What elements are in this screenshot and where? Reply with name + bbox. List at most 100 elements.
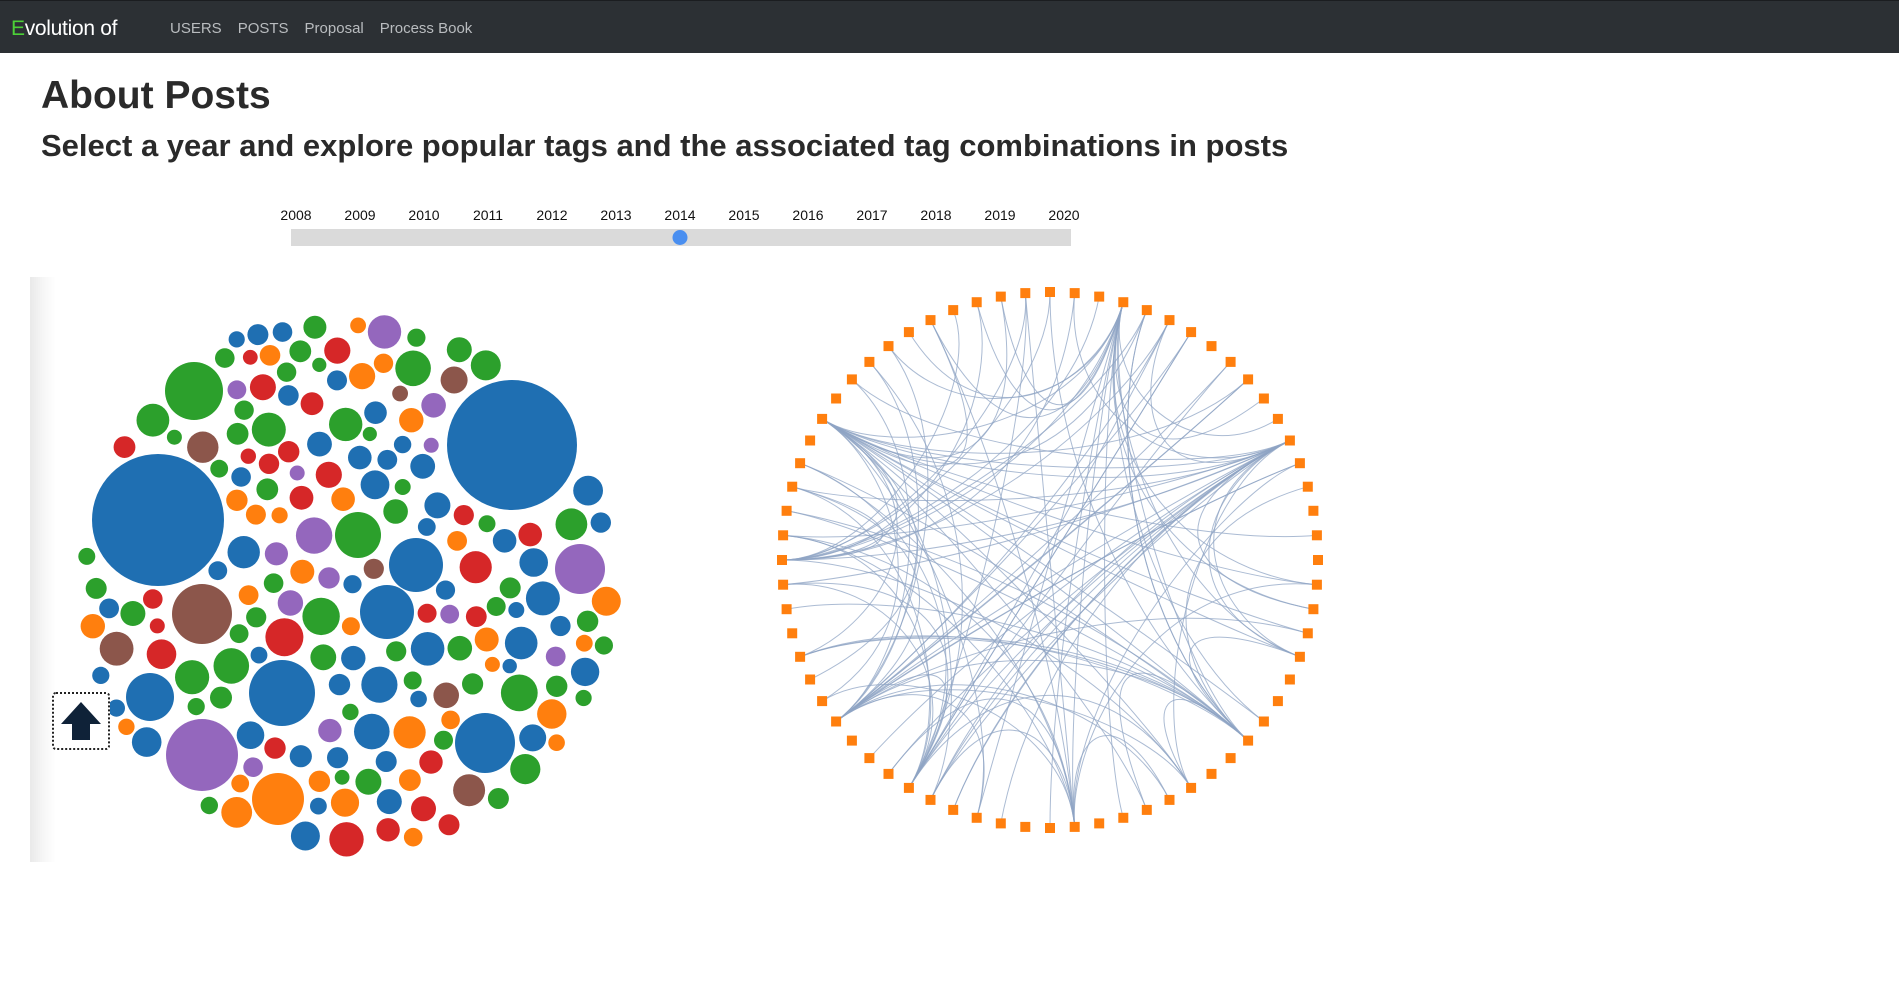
tag-bubble-64[interactable] [327,747,349,769]
tag-node-22[interactable] [1284,674,1295,685]
tag-bubble-136[interactable] [392,385,408,402]
tag-bubble-73[interactable] [245,504,266,525]
tag-bubble-82[interactable] [289,340,312,363]
tag-bubble-170[interactable] [200,796,218,815]
tag-node-26[interactable] [1225,753,1236,764]
tag-bubble-76[interactable] [403,671,422,690]
tag-node-0[interactable] [1045,287,1055,297]
tag-bubble-78[interactable] [453,505,474,526]
tag-bubble-141[interactable] [438,814,460,836]
tag-bubble-96[interactable] [459,551,492,584]
tag-node-23[interactable] [1272,696,1283,707]
tag-bubble-36[interactable] [85,577,107,599]
tag-bubble-19[interactable] [373,353,394,373]
tag-node-31[interactable] [1118,812,1129,823]
tag-bubble-132[interactable] [386,641,407,662]
tag-node-55[interactable] [795,458,806,469]
tag-bubble-175[interactable] [187,698,205,716]
tag-bubble-186[interactable] [417,518,436,536]
tag-bubble-167[interactable] [403,827,423,847]
tag-bubble-33[interactable] [440,604,460,624]
tag-bubble-87[interactable] [324,337,351,364]
tag-bubble-142[interactable] [310,797,327,815]
year-tick-2009[interactable]: 2009 [344,207,375,223]
tag-bubble-48[interactable] [210,686,232,709]
tag-node-42[interactable] [864,753,875,764]
tag-node-34[interactable] [1045,823,1055,833]
tag-bubble-133[interactable] [143,589,163,609]
tag-bubble-137[interactable] [231,774,250,793]
year-tick-2020[interactable]: 2020 [1048,207,1079,223]
tag-bubble-155[interactable] [272,322,293,342]
tag-bubble-166[interactable] [434,730,453,750]
tag-bubble-127[interactable] [355,768,382,795]
tag-node-50[interactable] [778,579,789,590]
tag-bubble-47[interactable] [375,751,397,772]
tag-node-17[interactable] [1313,555,1323,565]
nav-link-process-book[interactable]: Process Book [380,20,473,37]
tag-bubble-38[interactable] [487,788,509,809]
tag-bubble-148[interactable] [394,479,411,495]
tag-bubble-8[interactable] [555,544,605,594]
tag-node-8[interactable] [1225,356,1236,367]
tag-node-60[interactable] [864,356,875,367]
tag-bubble-62[interactable] [227,380,247,400]
tag-bubble-24[interactable] [465,606,487,627]
tag-node-7[interactable] [1206,341,1217,352]
tag-bubble-85[interactable] [367,315,402,349]
tag-bubble-83[interactable] [227,536,260,569]
tag-bubble-88[interactable] [504,626,538,660]
tag-node-45[interactable] [817,696,828,707]
tag-bubble-25[interactable] [399,408,424,433]
tag-bubble-114[interactable] [440,366,468,394]
tag-bubble-138[interactable] [278,441,300,463]
tag-node-39[interactable] [925,794,936,805]
tag-bubble-173[interactable] [226,489,248,511]
tag-bubble-178[interactable] [502,658,517,674]
tag-bubble-102[interactable] [221,797,253,828]
year-tick-2011[interactable]: 2011 [473,207,503,223]
tag-bubble-7[interactable] [455,713,515,773]
tag-bubble-117[interactable] [360,470,390,500]
tag-bubble-107[interactable] [265,618,304,657]
tag-bubble-149[interactable] [342,703,359,721]
tag-bubble-147[interactable] [256,478,279,501]
tag-bubble-100[interactable] [410,632,445,666]
tag-bubble-57[interactable] [289,745,312,768]
tag-bubble-106[interactable] [395,350,431,387]
tag-bubble-46[interactable] [259,345,281,366]
tag-node-15[interactable] [1308,505,1319,516]
tag-bubble-92[interactable] [146,639,177,669]
tag-bubble-104[interactable] [175,660,210,695]
tag-bubble-94[interactable] [302,597,340,636]
year-tick-2019[interactable]: 2019 [984,207,1015,223]
tag-bubble-129[interactable] [484,656,500,672]
tag-bubble-66[interactable] [327,370,347,391]
tag-bubble-139[interactable] [410,690,427,708]
tag-bubble-60[interactable] [229,624,249,644]
tag-bubble-17[interactable] [376,818,400,842]
tag-node-58[interactable] [831,393,842,404]
tag-bubble-81[interactable] [341,645,366,671]
tag-bubble-12[interactable] [126,673,174,721]
tag-node-54[interactable] [787,481,798,492]
tag-bubble-108[interactable] [453,774,486,807]
tag-bubble-123[interactable] [510,754,541,785]
tag-node-59[interactable] [846,374,857,385]
tag-bubble-90[interactable] [393,716,426,749]
tag-bubble-45[interactable] [435,580,456,600]
tag-node-21[interactable] [1294,651,1305,662]
tag-bubble-69[interactable] [318,567,340,589]
tag-node-38[interactable] [948,804,959,815]
year-tick-2012[interactable]: 2012 [536,207,567,223]
tag-bubble-159[interactable] [246,607,267,628]
tag-bubble-179[interactable] [107,699,125,717]
tag-node-57[interactable] [817,413,828,424]
tag-node-2[interactable] [1094,291,1105,302]
tag-node-67[interactable] [1020,288,1031,299]
tag-bubble-65[interactable] [518,522,542,547]
tag-bubble-98[interactable] [329,407,363,442]
tag-node-49[interactable] [781,604,792,615]
tag-node-4[interactable] [1141,305,1152,316]
tag-bubble-54[interactable] [446,337,472,363]
